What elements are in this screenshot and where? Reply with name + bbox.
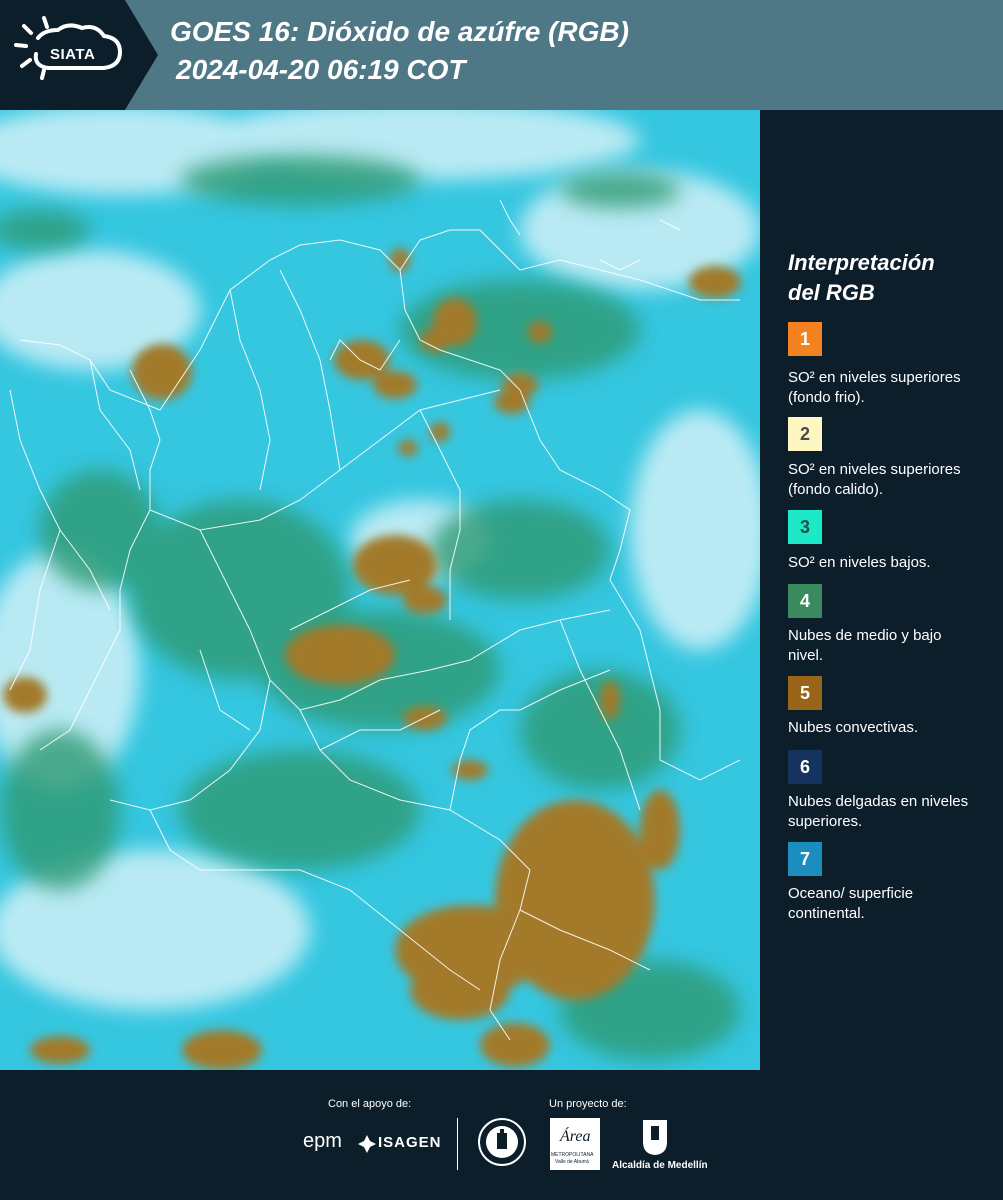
medellin-seal-logo — [477, 1117, 527, 1167]
legend-label-7: Oceano/ superficie continental. — [788, 885, 914, 922]
legend-number-6: 6 — [799, 756, 810, 777]
legend-number-7: 7 — [799, 848, 810, 869]
legend-swatch-5: 5 — [788, 676, 822, 710]
legend-label-3: SO² en niveles bajos. — [788, 554, 931, 571]
page-title: GOES 16: Dióxido de azúfre (RGB) — [170, 16, 629, 47]
legend-label-4: Nubes de medio y bajo nivel. — [788, 627, 942, 664]
legend-swatch-7: 7 — [788, 842, 822, 876]
isagen-logo-text: ISAGEN — [378, 1134, 442, 1151]
isagen-logo: ISAGEN — [358, 1132, 442, 1156]
legend-number-3: 3 — [799, 516, 810, 537]
legend-swatch-4: 4 — [788, 584, 822, 618]
support-label: Con el apoyo de: — [328, 1098, 412, 1110]
alcaldia-logo-text: Alcaldía de Medellín — [612, 1160, 708, 1171]
isagen-mark-icon — [358, 1135, 376, 1153]
area-metropolitana-logo: Área METROPOLITANA Valle de Aburrá — [550, 1118, 600, 1170]
legend-panel: Interpretación del RGB 1 SO² en niveles … — [760, 110, 1003, 1070]
legend-swatch-2: 2 — [788, 417, 822, 451]
legend-number-1: 1 — [799, 328, 810, 349]
legend-swatch-3: 3 — [788, 510, 822, 544]
legend-number-5: 5 — [799, 682, 810, 703]
legend-label-2: SO² en niveles superiores (fondo calido)… — [788, 461, 961, 498]
footer: Con el apoyo de: Un proyecto de: epm ISA… — [0, 1070, 1003, 1200]
legend-label-6: Nubes delgadas en niveles superiores. — [788, 793, 969, 830]
footer-divider — [457, 1118, 458, 1170]
legend-label-5: Nubes convectivas. — [788, 719, 919, 736]
epm-logo: epm — [303, 1130, 342, 1152]
legend-swatch-1: 1 — [788, 322, 822, 356]
legend-number-2: 2 — [799, 423, 810, 444]
header-bar: SIATA GOES 16: Dióxido de azúfre (RGB) 2… — [0, 0, 1003, 110]
legend-swatch-6: 6 — [788, 750, 822, 784]
legend-number-4: 4 — [799, 590, 810, 611]
legend-title-line2: del RGB — [788, 280, 875, 305]
legend-title: Interpretación del RGB — [788, 248, 988, 308]
project-label: Un proyecto de: — [549, 1098, 627, 1110]
siata-logo-text: SIATA — [50, 46, 96, 63]
area-logo-script: Área — [560, 1128, 591, 1145]
area-logo-line2: Valle de Aburrá — [555, 1159, 589, 1165]
area-logo-line1: METROPOLITANA — [551, 1152, 594, 1158]
alcaldia-logo — [640, 1118, 670, 1156]
satellite-map — [0, 110, 760, 1070]
page-timestamp: 2024-04-20 06:19 COT — [176, 54, 466, 85]
legend-title-line1: Interpretación — [788, 250, 935, 275]
siata-logo: SIATA — [0, 0, 160, 110]
legend-label-1: SO² en niveles superiores (fondo frio). — [788, 369, 961, 406]
